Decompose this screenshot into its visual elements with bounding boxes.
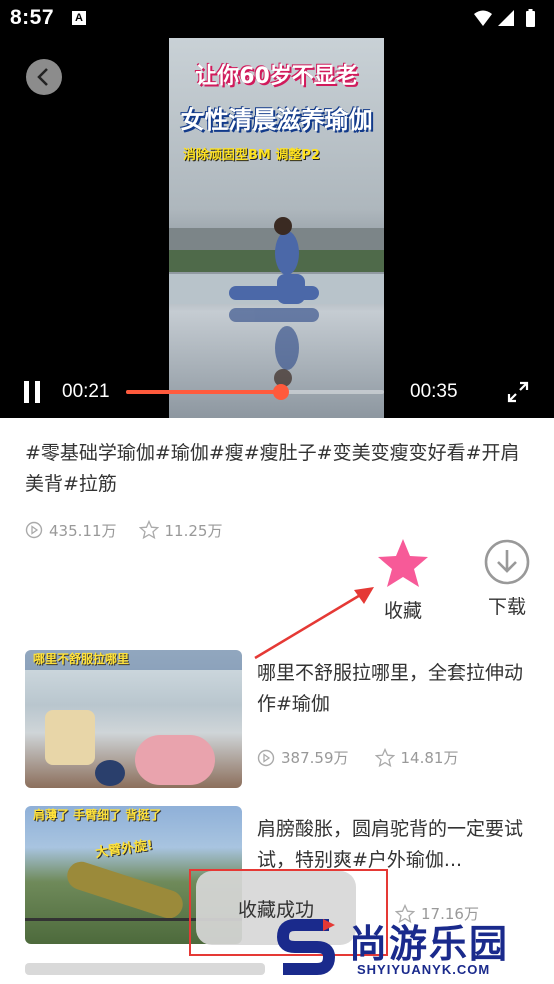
video-stats: 435.11万 11.25万 bbox=[25, 518, 244, 542]
video-player[interactable]: 8:57 A 让你60岁不显老 女性清晨滋养瑜伽 消除顽固型BM 调整P2 00… bbox=[0, 0, 554, 418]
list-item[interactable]: 哪里不舒服拉哪里 哪里不舒服拉哪里，全套拉伸动作#瑜伽 387.59万 14.8… bbox=[25, 650, 535, 790]
video-description: #零基础学瑜伽#瑜伽#瘦#瘦肚子#变美变瘦变好看#开肩美背#拉筋 bbox=[25, 442, 520, 495]
related-title: 肩膀酸胀，圆肩驼背的一定要试试，特别爽#户外瑜伽... bbox=[257, 818, 524, 871]
pause-icon bbox=[24, 381, 29, 403]
related-thumb-caption: 哪里不舒服拉哪里 bbox=[33, 652, 130, 666]
play-count-icon bbox=[257, 749, 275, 766]
fullscreen-icon[interactable] bbox=[506, 380, 530, 404]
related-thumb-caption: 肩薄了 手臂细了 背挺了 bbox=[33, 808, 162, 822]
related-title: 哪里不舒服拉哪里，全套拉伸动作#瑜伽 bbox=[257, 662, 524, 715]
related-play-count: 387.59万 bbox=[281, 749, 349, 767]
list-item-partial bbox=[25, 963, 265, 975]
progress-fill bbox=[126, 390, 281, 394]
watermark-text: 尚游乐园 bbox=[349, 922, 510, 966]
related-stats: 387.59万 14.81万 bbox=[257, 747, 484, 768]
battery-icon bbox=[526, 11, 535, 27]
download-icon bbox=[484, 539, 530, 585]
status-bar: 8:57 A bbox=[0, 0, 554, 36]
star-outline-icon bbox=[374, 747, 395, 767]
play-count-icon bbox=[25, 521, 43, 539]
current-time: 00:21 bbox=[62, 381, 110, 402]
star-filled-icon bbox=[378, 539, 428, 587]
watermark-logo: 尚游乐园 SHYIYUANYK.COM bbox=[275, 911, 554, 984]
watermark-url: SHYIYUANYK.COM bbox=[357, 962, 491, 977]
favorite-label: 收藏 bbox=[383, 600, 422, 622]
video-frame: 让你60岁不显老 女性清晨滋养瑜伽 消除顽固型BM 调整P2 bbox=[169, 38, 384, 418]
progress-bar[interactable] bbox=[126, 384, 384, 400]
related-thumb-caption-2: 大臂外旋! bbox=[94, 838, 154, 861]
download-button[interactable]: 下载 bbox=[478, 538, 536, 619]
favorite-button[interactable]: 收藏 bbox=[375, 538, 431, 623]
signal-icon bbox=[498, 10, 514, 26]
progress-knob[interactable] bbox=[272, 384, 289, 400]
watermark-s-icon bbox=[277, 919, 336, 975]
player-controls: 00:21 00:35 bbox=[0, 372, 554, 412]
back-button[interactable] bbox=[26, 59, 62, 95]
notification-icon: A bbox=[72, 11, 86, 25]
download-label: 下载 bbox=[487, 596, 526, 618]
related-thumbnail: 哪里不舒服拉哪里 bbox=[25, 650, 242, 788]
total-time: 00:35 bbox=[410, 381, 458, 402]
star-outline-icon bbox=[138, 520, 159, 540]
favorite-count: 11.25万 bbox=[164, 521, 223, 540]
wifi-icon bbox=[474, 10, 492, 26]
play-count: 435.11万 bbox=[49, 521, 117, 540]
back-icon bbox=[37, 68, 48, 86]
pause-button[interactable] bbox=[24, 381, 42, 403]
status-time: 8:57 bbox=[10, 6, 55, 29]
yoga-figure bbox=[169, 217, 384, 387]
related-favorite-count: 14.81万 bbox=[400, 749, 459, 767]
status-icons bbox=[474, 9, 535, 27]
